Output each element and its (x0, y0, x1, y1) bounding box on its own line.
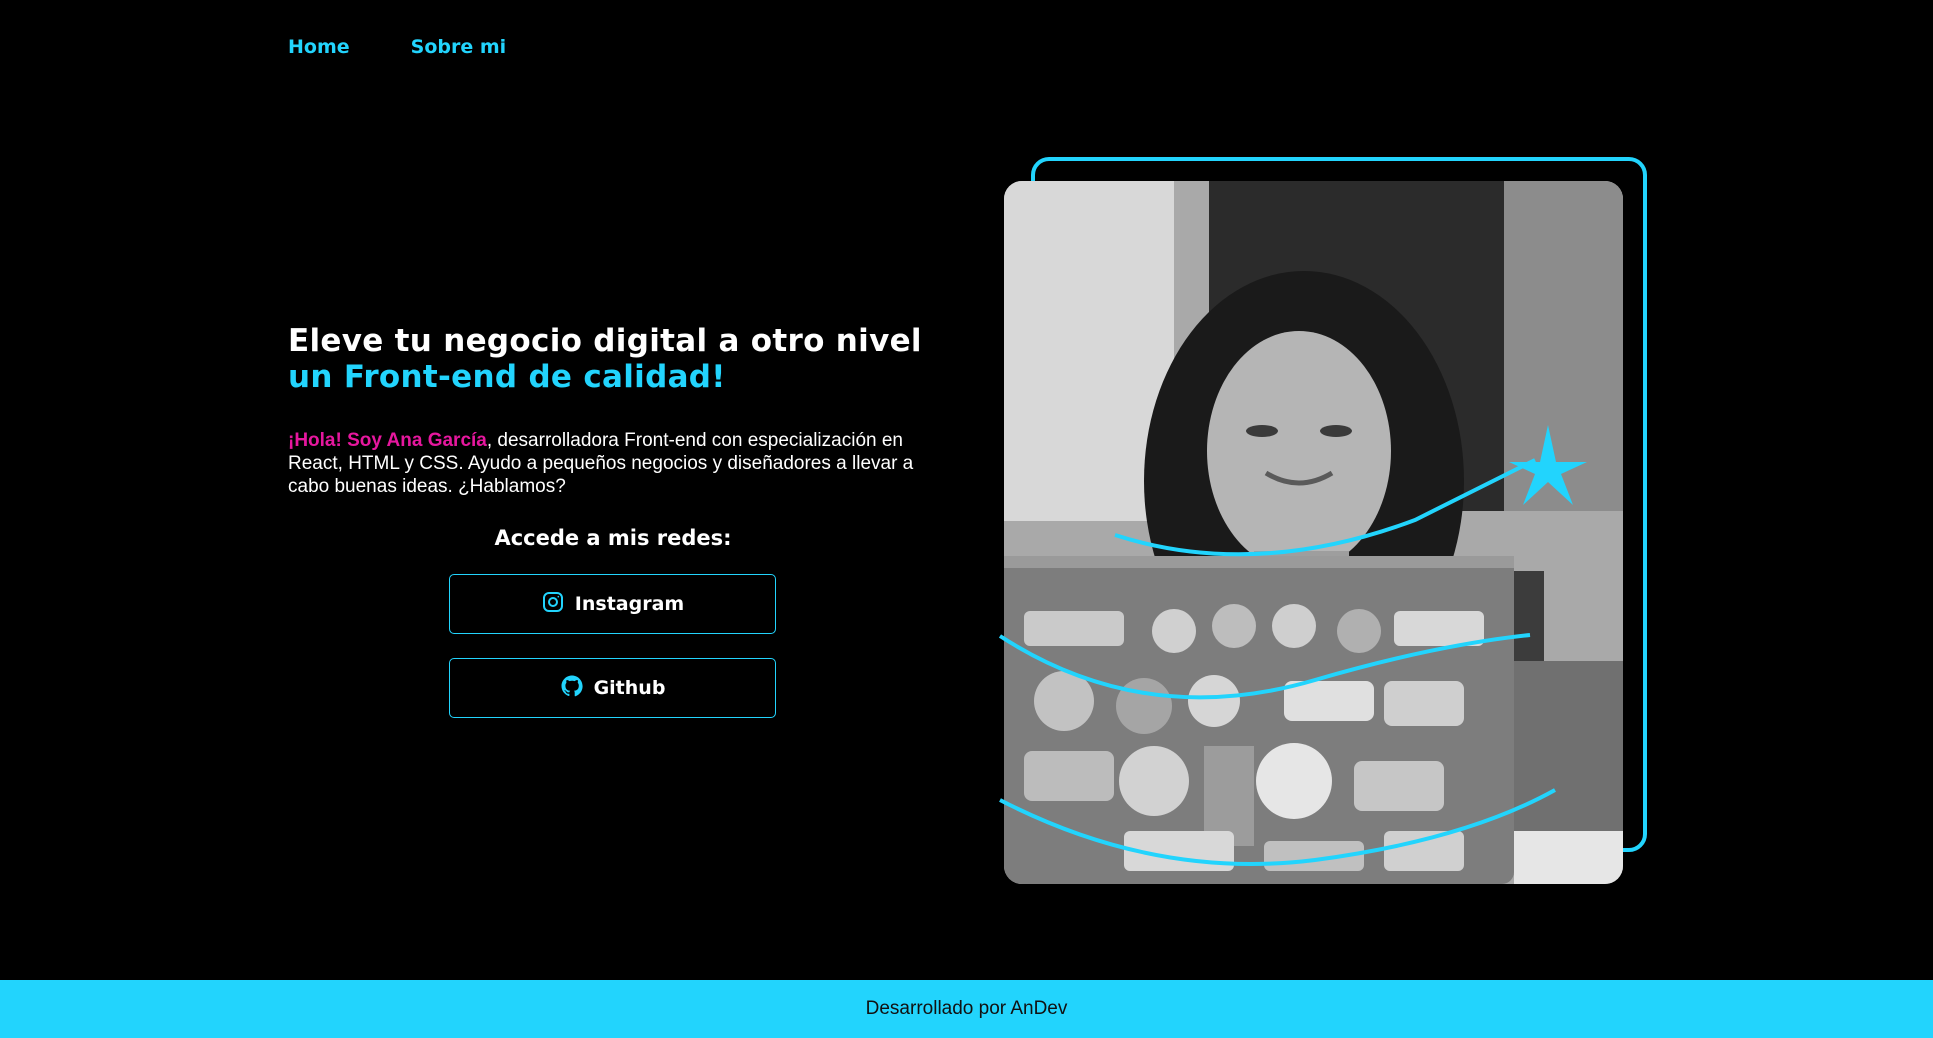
intro-highlight: ¡Hola! Soy Ana García (288, 430, 487, 451)
github-icon (560, 674, 584, 703)
instagram-label: Instagram (574, 593, 685, 615)
github-label: Github (593, 677, 666, 699)
main-nav: Home Sobre mi (288, 36, 506, 58)
headline-line-2: un Front-end de calidad! (288, 359, 726, 395)
headline-line-1: Eleve tu negocio digital a otro nivel (288, 323, 922, 359)
instagram-icon (541, 590, 565, 619)
instagram-button[interactable]: Instagram (449, 574, 776, 634)
social-title: Accede a mis redes: (494, 526, 732, 550)
footer-text: Desarrollado por AnDev (865, 998, 1068, 1019)
hero-headline: Eleve tu negocio digital a otro nivel un… (288, 323, 938, 395)
intro-paragraph: ¡Hola! Soy Ana García, desarrolladora Fr… (288, 429, 928, 498)
github-button[interactable]: Github (449, 658, 776, 718)
nav-home-link[interactable]: Home (288, 36, 350, 58)
hero-text: Eleve tu negocio digital a otro nivel un… (288, 323, 938, 718)
nav-about-link[interactable]: Sobre mi (411, 36, 507, 58)
footer: Desarrollado por AnDev (0, 980, 1933, 1038)
orbit-decoration (998, 425, 1587, 866)
